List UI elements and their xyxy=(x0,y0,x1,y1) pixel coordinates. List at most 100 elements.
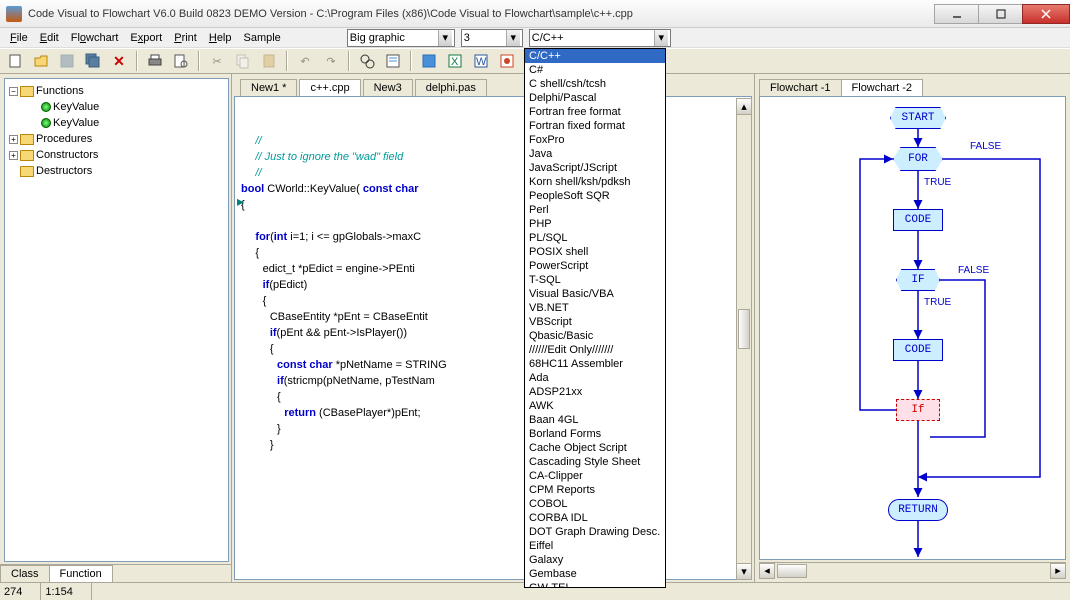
language-option[interactable]: Perl xyxy=(525,203,665,217)
language-option[interactable]: C/C++ xyxy=(525,49,665,63)
language-option[interactable]: Delphi/Pascal xyxy=(525,91,665,105)
menu-edit[interactable]: Edit xyxy=(34,30,65,46)
language-option[interactable]: Fortran fixed format xyxy=(525,119,665,133)
menu-export[interactable]: Export xyxy=(124,30,168,46)
language-option[interactable]: DOT Graph Drawing Desc. xyxy=(525,525,665,539)
file-tab-new3[interactable]: New3 xyxy=(363,79,413,96)
language-option[interactable]: CA-Clipper xyxy=(525,469,665,483)
fc-for-node[interactable]: FOR xyxy=(893,147,943,171)
fc-if-node[interactable]: IF xyxy=(896,269,940,291)
export-svg-button[interactable] xyxy=(496,50,518,72)
scroll-left-icon[interactable]: ◂ xyxy=(759,563,775,579)
collapse-icon[interactable]: − xyxy=(9,87,18,96)
language-option[interactable]: CORBA IDL xyxy=(525,511,665,525)
preview-button[interactable] xyxy=(170,50,192,72)
language-option[interactable]: Ada xyxy=(525,371,665,385)
redo-button[interactable]: ↷ xyxy=(320,50,342,72)
tab-class[interactable]: Class xyxy=(0,565,50,582)
tree-node-keyvalue-1[interactable]: KeyValue xyxy=(9,99,224,115)
language-option[interactable]: T-SQL xyxy=(525,273,665,287)
undo-button[interactable]: ↶ xyxy=(294,50,316,72)
paste-button[interactable] xyxy=(258,50,280,72)
language-option[interactable]: ADSP21xx xyxy=(525,385,665,399)
menu-flowchart[interactable]: Flowchart xyxy=(65,30,125,46)
language-option[interactable]: FoxPro xyxy=(525,133,665,147)
function-tree[interactable]: − Functions KeyValue KeyValue + Procedur… xyxy=(4,78,229,562)
bookmark-button[interactable] xyxy=(382,50,404,72)
language-option[interactable]: GW-TEL xyxy=(525,581,665,588)
close-button[interactable] xyxy=(1022,4,1070,24)
language-option[interactable]: AWK xyxy=(525,399,665,413)
tree-node-constructors[interactable]: + Constructors xyxy=(9,147,224,163)
menu-help[interactable]: Help xyxy=(203,30,238,46)
language-select[interactable]: C/C++▾ xyxy=(529,29,671,47)
fc-return-node[interactable]: RETURN xyxy=(888,499,948,521)
code-editor[interactable]: ▸ // // Just to ignore the "wad" field /… xyxy=(234,96,752,580)
language-option[interactable]: Cache Object Script xyxy=(525,441,665,455)
delete-button[interactable]: ✕ xyxy=(108,50,130,72)
tab-function[interactable]: Function xyxy=(49,565,113,582)
save-all-button[interactable] xyxy=(82,50,104,72)
tree-node-destructors[interactable]: Destructors xyxy=(9,163,224,179)
tree-node-functions[interactable]: − Functions xyxy=(9,83,224,99)
language-option[interactable]: PowerScript xyxy=(525,259,665,273)
export-doc-button[interactable]: W xyxy=(470,50,492,72)
language-option[interactable]: JavaScript/JScript xyxy=(525,161,665,175)
expand-icon[interactable]: + xyxy=(9,135,18,144)
language-option[interactable]: Baan 4GL xyxy=(525,413,665,427)
level-select[interactable]: 3▾ xyxy=(461,29,523,47)
menu-sample[interactable]: Sample xyxy=(238,30,287,46)
cut-button[interactable]: ✂ xyxy=(206,50,228,72)
graphic-size-select[interactable]: Big graphic▾ xyxy=(347,29,455,47)
language-option[interactable]: VB.NET xyxy=(525,301,665,315)
copy-button[interactable] xyxy=(232,50,254,72)
fc-if-collapsed-node[interactable]: If xyxy=(896,399,940,421)
language-option[interactable]: Qbasic/Basic xyxy=(525,329,665,343)
editor-vertical-scrollbar[interactable]: ▴ ▾ xyxy=(736,98,752,580)
menu-print[interactable]: Print xyxy=(168,30,203,46)
export-bmp-button[interactable] xyxy=(418,50,440,72)
find-button[interactable] xyxy=(356,50,378,72)
fc-end-node[interactable]: END xyxy=(892,559,952,560)
language-option[interactable]: Borland Forms xyxy=(525,427,665,441)
open-button[interactable] xyxy=(30,50,52,72)
file-tab-delphi[interactable]: delphi.pas xyxy=(415,79,487,96)
language-option[interactable]: PeopleSoft SQR xyxy=(525,189,665,203)
export-xls-button[interactable]: X xyxy=(444,50,466,72)
save-button[interactable] xyxy=(56,50,78,72)
menu-file[interactable]: File xyxy=(4,30,34,46)
language-option[interactable]: PL/SQL xyxy=(525,231,665,245)
fc-start-node[interactable]: START xyxy=(890,107,946,129)
language-option[interactable]: C# xyxy=(525,63,665,77)
language-option[interactable]: CPM Reports xyxy=(525,483,665,497)
language-option[interactable]: Galaxy xyxy=(525,553,665,567)
language-option[interactable]: Eiffel xyxy=(525,539,665,553)
scroll-right-icon[interactable]: ▸ xyxy=(1050,563,1066,579)
language-option[interactable]: Korn shell/ksh/pdksh xyxy=(525,175,665,189)
tree-node-procedures[interactable]: + Procedures xyxy=(9,131,224,147)
fc-code-node[interactable]: CODE xyxy=(893,339,943,361)
file-tab-new1[interactable]: New1 * xyxy=(240,79,297,96)
expand-icon[interactable]: + xyxy=(9,151,18,160)
language-option[interactable]: Fortran free format xyxy=(525,105,665,119)
language-option[interactable]: POSIX shell xyxy=(525,245,665,259)
scroll-thumb[interactable] xyxy=(738,309,750,349)
language-option[interactable]: PHP xyxy=(525,217,665,231)
tree-node-keyvalue-2[interactable]: KeyValue xyxy=(9,115,224,131)
tab-flowchart-2[interactable]: Flowchart -2 xyxy=(841,79,924,96)
language-option[interactable]: C shell/csh/tcsh xyxy=(525,77,665,91)
language-option[interactable]: Cascading Style Sheet xyxy=(525,455,665,469)
language-option[interactable]: COBOL xyxy=(525,497,665,511)
fc-code-node[interactable]: CODE xyxy=(893,209,943,231)
language-option[interactable]: 68HC11 Assembler xyxy=(525,357,665,371)
maximize-button[interactable] xyxy=(978,4,1023,24)
language-option[interactable]: VBScript xyxy=(525,315,665,329)
language-option[interactable]: Gembase xyxy=(525,567,665,581)
new-button[interactable] xyxy=(4,50,26,72)
scroll-down-icon[interactable]: ▾ xyxy=(737,563,751,579)
file-tab-cpp[interactable]: c++.cpp xyxy=(299,79,360,96)
flowchart-horizontal-scrollbar[interactable]: ◂ ▸ xyxy=(759,562,1066,578)
scroll-thumb[interactable] xyxy=(777,564,807,578)
scroll-up-icon[interactable]: ▴ xyxy=(737,99,751,115)
language-option[interactable]: //////Edit Only/////// xyxy=(525,343,665,357)
